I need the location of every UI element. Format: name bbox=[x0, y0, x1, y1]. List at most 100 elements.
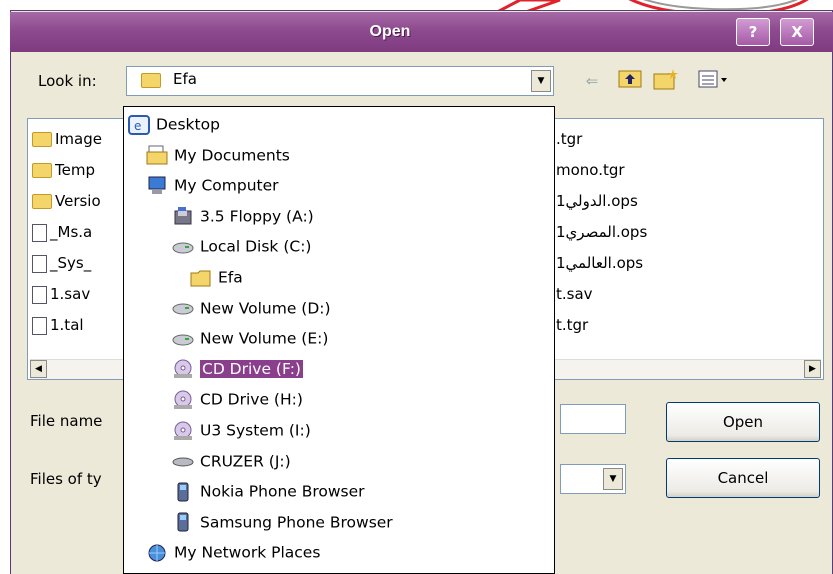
dropdown-item[interactable]: CD Drive (H:) bbox=[172, 384, 303, 414]
file-icon bbox=[32, 285, 47, 304]
dropdown-item[interactable]: Nokia Phone Browser bbox=[172, 476, 365, 506]
dropdown-item[interactable]: 3.5 Floppy (A:) bbox=[172, 201, 314, 231]
dropdown-item-label: 3.5 Floppy (A:) bbox=[200, 207, 314, 226]
file-list-item[interactable]: .tgr bbox=[556, 127, 582, 151]
floppy-icon bbox=[172, 206, 194, 226]
file-list-item[interactable]: t.sav bbox=[556, 282, 593, 306]
close-button[interactable]: X bbox=[780, 18, 814, 46]
files-of-type-combo[interactable]: ▼ bbox=[560, 464, 626, 494]
svg-text:e: e bbox=[134, 119, 141, 133]
dropdown-item[interactable]: My Computer bbox=[146, 170, 279, 200]
scroll-left-icon[interactable]: ◀ bbox=[30, 360, 47, 378]
hard-disk-icon bbox=[172, 329, 194, 349]
dropdown-item-label: Local Disk (C:) bbox=[200, 237, 312, 256]
file-name-label: File name bbox=[30, 412, 103, 430]
dropdown-item-label: Efa bbox=[218, 268, 243, 287]
file-list-item-label: Image bbox=[55, 130, 102, 148]
scroll-right-icon[interactable]: ▶ bbox=[804, 360, 821, 378]
file-list-item-label: Versio bbox=[55, 192, 101, 210]
new-folder-icon[interactable] bbox=[652, 68, 680, 94]
file-list-item[interactable]: _Sys_ bbox=[32, 251, 91, 275]
file-list-item-label: 1المصري.ops bbox=[556, 223, 648, 241]
dropdown-item-label: CRUZER (J:) bbox=[200, 452, 291, 471]
desktop-icon: e bbox=[128, 114, 150, 135]
look-in-label: Look in: bbox=[38, 72, 97, 90]
cd-drive-icon bbox=[172, 359, 194, 379]
dropdown-item[interactable]: Samsung Phone Browser bbox=[172, 507, 393, 537]
look-in-combo[interactable]: Efa ▼ bbox=[126, 66, 554, 96]
look-in-dropdown-list[interactable]: e Desktop My Documents My Computer 3.5 Flopp… bbox=[123, 106, 555, 574]
folder-icon bbox=[190, 268, 212, 288]
dropdown-item-label: Nokia Phone Browser bbox=[200, 482, 365, 501]
file-list-item-label: 1العالمي.ops bbox=[556, 254, 644, 272]
phone-icon bbox=[172, 482, 194, 502]
file-list-item[interactable]: mono.tgr bbox=[556, 158, 625, 182]
cancel-button[interactable]: Cancel bbox=[666, 458, 820, 498]
dropdown-item-label: CD Drive (H:) bbox=[200, 390, 303, 409]
file-list-item-label: 1الدولي.ops bbox=[556, 192, 638, 210]
hard-disk-icon bbox=[172, 298, 194, 318]
dropdown-item-label: U3 System (I:) bbox=[200, 421, 311, 440]
dropdown-item-label: CD Drive (F:) bbox=[200, 360, 303, 379]
dropdown-item[interactable]: Local Disk (C:) bbox=[172, 231, 311, 261]
dropdown-item[interactable]: My Network Places bbox=[146, 537, 320, 567]
file-name-input[interactable] bbox=[560, 404, 626, 434]
file-list-item[interactable]: Image bbox=[32, 127, 102, 151]
folder-icon bbox=[32, 163, 52, 178]
folder-icon bbox=[32, 132, 52, 147]
dropdown-item[interactable]: New Volume (D:) bbox=[172, 293, 331, 323]
phone-icon bbox=[172, 512, 194, 532]
dropdown-item-label: My Computer bbox=[174, 176, 279, 195]
dropdown-item[interactable]: New Volume (E:) bbox=[172, 323, 328, 353]
look-in-value: Efa bbox=[173, 70, 197, 88]
file-list-item-label: Temp bbox=[55, 161, 95, 179]
dialog-title: Open bbox=[369, 23, 411, 40]
back-icon[interactable]: ⇐ bbox=[578, 68, 606, 94]
cd-drive-icon bbox=[172, 390, 194, 410]
file-list-item-label: 1.tal bbox=[50, 316, 84, 334]
dropdown-item[interactable]: My Documents bbox=[146, 140, 290, 170]
open-button[interactable]: Open bbox=[666, 402, 820, 442]
my-documents-icon bbox=[146, 145, 168, 165]
title-bar[interactable]: Open ? X bbox=[10, 12, 833, 52]
view-menu-icon[interactable] bbox=[694, 68, 734, 94]
file-list-item[interactable]: _Ms.a bbox=[32, 220, 92, 244]
file-list-item[interactable]: 1العالمي.ops bbox=[556, 251, 643, 275]
dropdown-item-label: Desktop bbox=[156, 115, 220, 134]
file-list-item[interactable]: 1الدولي.ops bbox=[556, 189, 638, 213]
file-list-item-label: 1.sav bbox=[50, 285, 91, 303]
file-list-item-label: mono.tgr bbox=[556, 161, 625, 179]
folder-icon bbox=[32, 194, 52, 209]
dropdown-item[interactable]: CRUZER (J:) bbox=[172, 446, 291, 476]
hard-disk-icon bbox=[172, 237, 194, 257]
file-list-item[interactable]: 1المصري.ops bbox=[556, 220, 647, 244]
file-list-item-label: t.tgr bbox=[556, 316, 589, 334]
dropdown-item-label: My Network Places bbox=[174, 543, 321, 562]
files-of-type-label: Files of ty bbox=[30, 470, 102, 488]
removable-drive-icon bbox=[172, 451, 194, 471]
file-list-item-label: _Sys_ bbox=[50, 254, 92, 272]
dropdown-item-label: Samsung Phone Browser bbox=[200, 513, 393, 532]
my-computer-icon bbox=[146, 176, 168, 196]
chevron-down-icon[interactable]: ▼ bbox=[531, 70, 551, 92]
file-list-item[interactable]: Temp bbox=[32, 158, 95, 182]
file-list-item[interactable]: 1.tal bbox=[32, 313, 84, 337]
file-list-item-label: .tgr bbox=[556, 130, 583, 148]
dropdown-item[interactable]: e Desktop bbox=[128, 109, 220, 139]
dropdown-item[interactable]: Efa bbox=[190, 262, 243, 292]
dropdown-item-label: New Volume (D:) bbox=[200, 299, 331, 318]
file-list-item[interactable]: Versio bbox=[32, 189, 101, 213]
network-icon bbox=[146, 543, 168, 563]
file-list-item-label: t.sav bbox=[556, 285, 593, 303]
file-list-item[interactable]: 1.sav bbox=[32, 282, 90, 306]
up-folder-icon[interactable] bbox=[616, 68, 644, 94]
dropdown-item-label: My Documents bbox=[174, 146, 290, 165]
file-icon bbox=[32, 254, 47, 273]
help-button[interactable]: ? bbox=[736, 18, 770, 46]
file-list-item[interactable]: t.tgr bbox=[556, 313, 588, 337]
chevron-down-icon[interactable]: ▼ bbox=[603, 468, 623, 490]
dropdown-item[interactable]: CD Drive (F:) bbox=[172, 354, 303, 384]
folder-icon bbox=[141, 73, 161, 88]
dropdown-item[interactable]: U3 System (I:) bbox=[172, 415, 311, 445]
file-icon bbox=[32, 223, 47, 242]
